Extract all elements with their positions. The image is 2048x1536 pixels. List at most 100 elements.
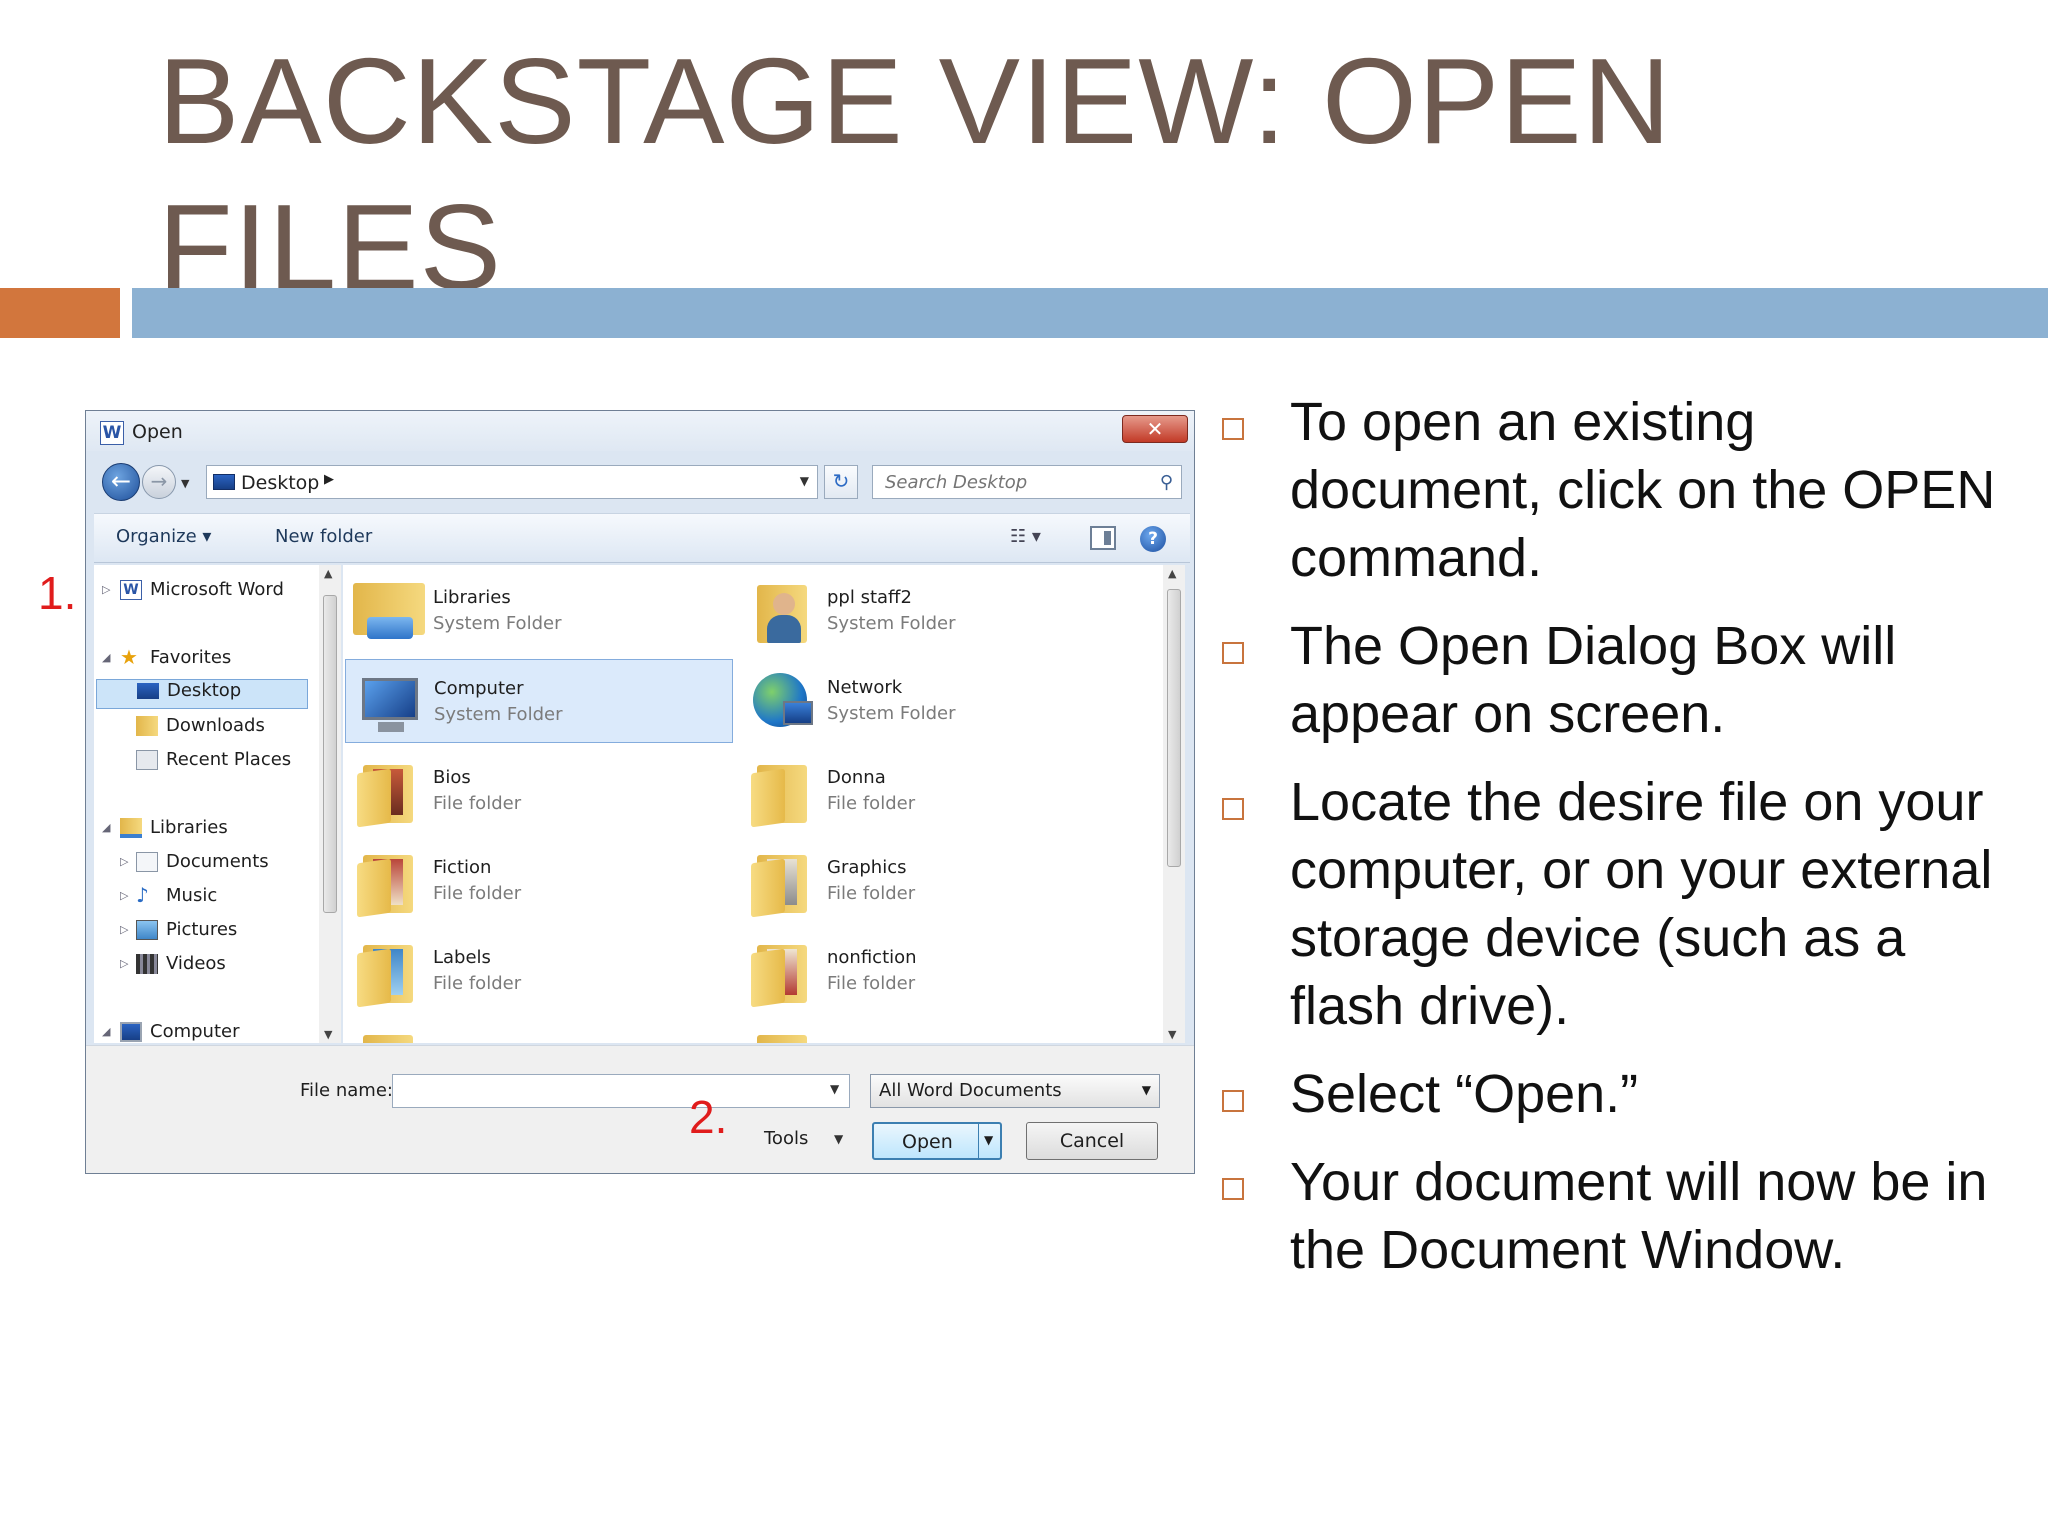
organize-label[interactable]: Organize (116, 526, 197, 547)
bullet-item: Locate the desire file on your computer,… (1218, 768, 2018, 1040)
folder-front-shape (751, 768, 785, 828)
folder-front-shape (357, 858, 391, 918)
file-name: Fiction (433, 857, 492, 878)
expand-arrow-icon[interactable]: ▷ (120, 855, 128, 868)
file-type-filter-value[interactable]: All Word Documents (879, 1080, 1062, 1101)
file-item-libraries[interactable]: Libraries System Folder (345, 569, 733, 653)
nav-item-downloads[interactable]: Downloads (136, 715, 265, 745)
nav-label: Videos (166, 953, 226, 974)
nav-item-libraries[interactable]: ◢ Libraries (102, 817, 228, 847)
expand-arrow-icon[interactable]: ▷ (120, 889, 128, 902)
scrollbar-thumb[interactable] (1167, 589, 1181, 867)
chevron-down-icon[interactable]: ▼ (1142, 1083, 1151, 1097)
file-name: Libraries (433, 587, 511, 608)
pictures-icon (136, 920, 158, 940)
nav-item-recent-places[interactable]: Recent Places (136, 749, 291, 779)
bullet-item: Your document will now be in the Documen… (1218, 1148, 2018, 1284)
search-icon[interactable]: ⚲ (1160, 472, 1173, 493)
file-item-donna[interactable]: Donna File folder (739, 749, 1127, 833)
folder-icon (353, 937, 425, 1008)
nav-item-pictures[interactable]: ▷ Pictures (120, 919, 237, 949)
nav-item-music[interactable]: ▷ ♪ Music (120, 883, 217, 915)
expand-arrow-icon[interactable]: ▷ (120, 957, 128, 970)
open-options-dropdown-icon[interactable]: ▼ (984, 1133, 993, 1147)
expand-arrow-icon[interactable]: ▷ (120, 923, 128, 936)
file-item-partial[interactable] (739, 1019, 1127, 1043)
file-item-nonfiction[interactable]: nonfiction File folder (739, 929, 1127, 1013)
file-name-dropdown-icon[interactable]: ▼ (830, 1082, 839, 1096)
file-name: Network (827, 677, 903, 698)
file-item-network[interactable]: Network System Folder (739, 659, 1127, 743)
back-button[interactable]: ← (102, 463, 140, 501)
scroll-down-arrow-icon[interactable]: ▼ (1168, 1028, 1176, 1041)
file-type: System Folder (433, 613, 562, 634)
scroll-down-arrow-icon[interactable]: ▼ (324, 1028, 332, 1041)
accent-bar-orange (0, 288, 120, 338)
help-icon[interactable]: ? (1140, 526, 1166, 552)
open-button[interactable]: Open ▼ (872, 1122, 1002, 1160)
organize-menu[interactable]: Organize ▾ (116, 526, 211, 547)
search-input[interactable] (873, 466, 1181, 498)
documents-icon (136, 852, 158, 872)
file-item-ppl-staff2[interactable]: ppl staff2 System Folder (739, 569, 1127, 653)
folder-icon (747, 847, 819, 918)
tools-menu[interactable]: Tools (764, 1128, 808, 1149)
file-item-bios[interactable]: Bios File folder (345, 749, 733, 833)
file-name: Computer (434, 678, 524, 699)
dialog-titlebar: W Open ✕ (86, 411, 1194, 451)
command-toolbar: Organize ▾ New folder ☷ ▾ ? (94, 513, 1190, 563)
nav-item-favorites[interactable]: ◢ ★ Favorites (102, 647, 231, 677)
navigation-scrollbar[interactable]: ▲ ▼ (319, 565, 341, 1043)
preview-pane-icon[interactable] (1090, 526, 1116, 550)
computer-icon (120, 1022, 142, 1042)
file-item-labels[interactable]: Labels File folder (345, 929, 733, 1013)
cancel-button[interactable]: Cancel (1026, 1122, 1158, 1160)
bullet-text: Locate the desire file on your computer,… (1290, 772, 1993, 1036)
scroll-up-arrow-icon[interactable]: ▲ (324, 567, 332, 580)
collapse-arrow-icon[interactable]: ◢ (102, 651, 110, 664)
scrollbar-thumb[interactable] (323, 595, 337, 913)
monitor-shape (362, 678, 418, 720)
file-type-filter[interactable]: All Word Documents ▼ (870, 1074, 1160, 1108)
address-dropdown-icon[interactable]: ▼ (800, 474, 809, 488)
folder-icon (747, 937, 819, 1008)
scroll-up-arrow-icon[interactable]: ▲ (1168, 567, 1176, 580)
open-button-label[interactable]: Open (902, 1131, 953, 1153)
bullet-text: To open an existing document, click on t… (1290, 392, 1996, 588)
nav-label: Libraries (150, 817, 228, 838)
nav-item-documents[interactable]: ▷ Documents (120, 851, 269, 881)
folder-front-shape (751, 948, 785, 1008)
breadcrumb-arrow-icon[interactable]: ▶ (324, 472, 334, 487)
search-box[interactable]: ⚲ (872, 465, 1182, 499)
file-name-input[interactable] (392, 1074, 850, 1108)
nav-item-microsoft-word[interactable]: ▷ W Microsoft Word (102, 579, 284, 609)
nav-label: Computer (150, 1021, 240, 1042)
file-list: Libraries System Folder ppl staff2 Syste… (343, 565, 1163, 1043)
expand-arrow-icon[interactable]: ▷ (102, 583, 110, 596)
close-button[interactable]: ✕ (1122, 415, 1188, 443)
recent-locations-dropdown[interactable]: ▼ (181, 477, 189, 490)
address-location[interactable]: Desktop (241, 472, 319, 494)
desktop-icon (137, 683, 159, 699)
bullet-square-icon (1222, 642, 1244, 664)
tools-dropdown-icon[interactable]: ▼ (834, 1132, 843, 1146)
music-icon: ♪ (136, 883, 149, 907)
new-folder-button[interactable]: New folder (275, 526, 372, 547)
bullet-item: The Open Dialog Box will appear on scree… (1218, 612, 2018, 748)
file-item-fiction[interactable]: Fiction File folder (345, 839, 733, 923)
collapse-arrow-icon[interactable]: ◢ (102, 821, 110, 834)
file-item-computer[interactable]: Computer System Folder (345, 659, 733, 743)
nav-item-videos[interactable]: ▷ Videos (120, 953, 226, 983)
address-bar[interactable]: Desktop ▶ ▼ (206, 465, 818, 499)
file-item-graphics[interactable]: Graphics File folder (739, 839, 1127, 923)
file-item-partial[interactable] (345, 1019, 733, 1043)
file-type: File folder (827, 973, 916, 994)
change-view-icon[interactable]: ☷ ▾ (1010, 526, 1066, 552)
collapse-arrow-icon[interactable]: ◢ (102, 1025, 110, 1038)
refresh-button[interactable]: ↻ (824, 465, 858, 499)
folder-icon (747, 757, 819, 828)
forward-button[interactable]: → (142, 465, 176, 499)
bullet-list: To open an existing document, click on t… (1218, 388, 2018, 1304)
file-list-scrollbar[interactable]: ▲ ▼ (1163, 565, 1185, 1043)
nav-item-desktop[interactable]: Desktop (96, 679, 308, 709)
